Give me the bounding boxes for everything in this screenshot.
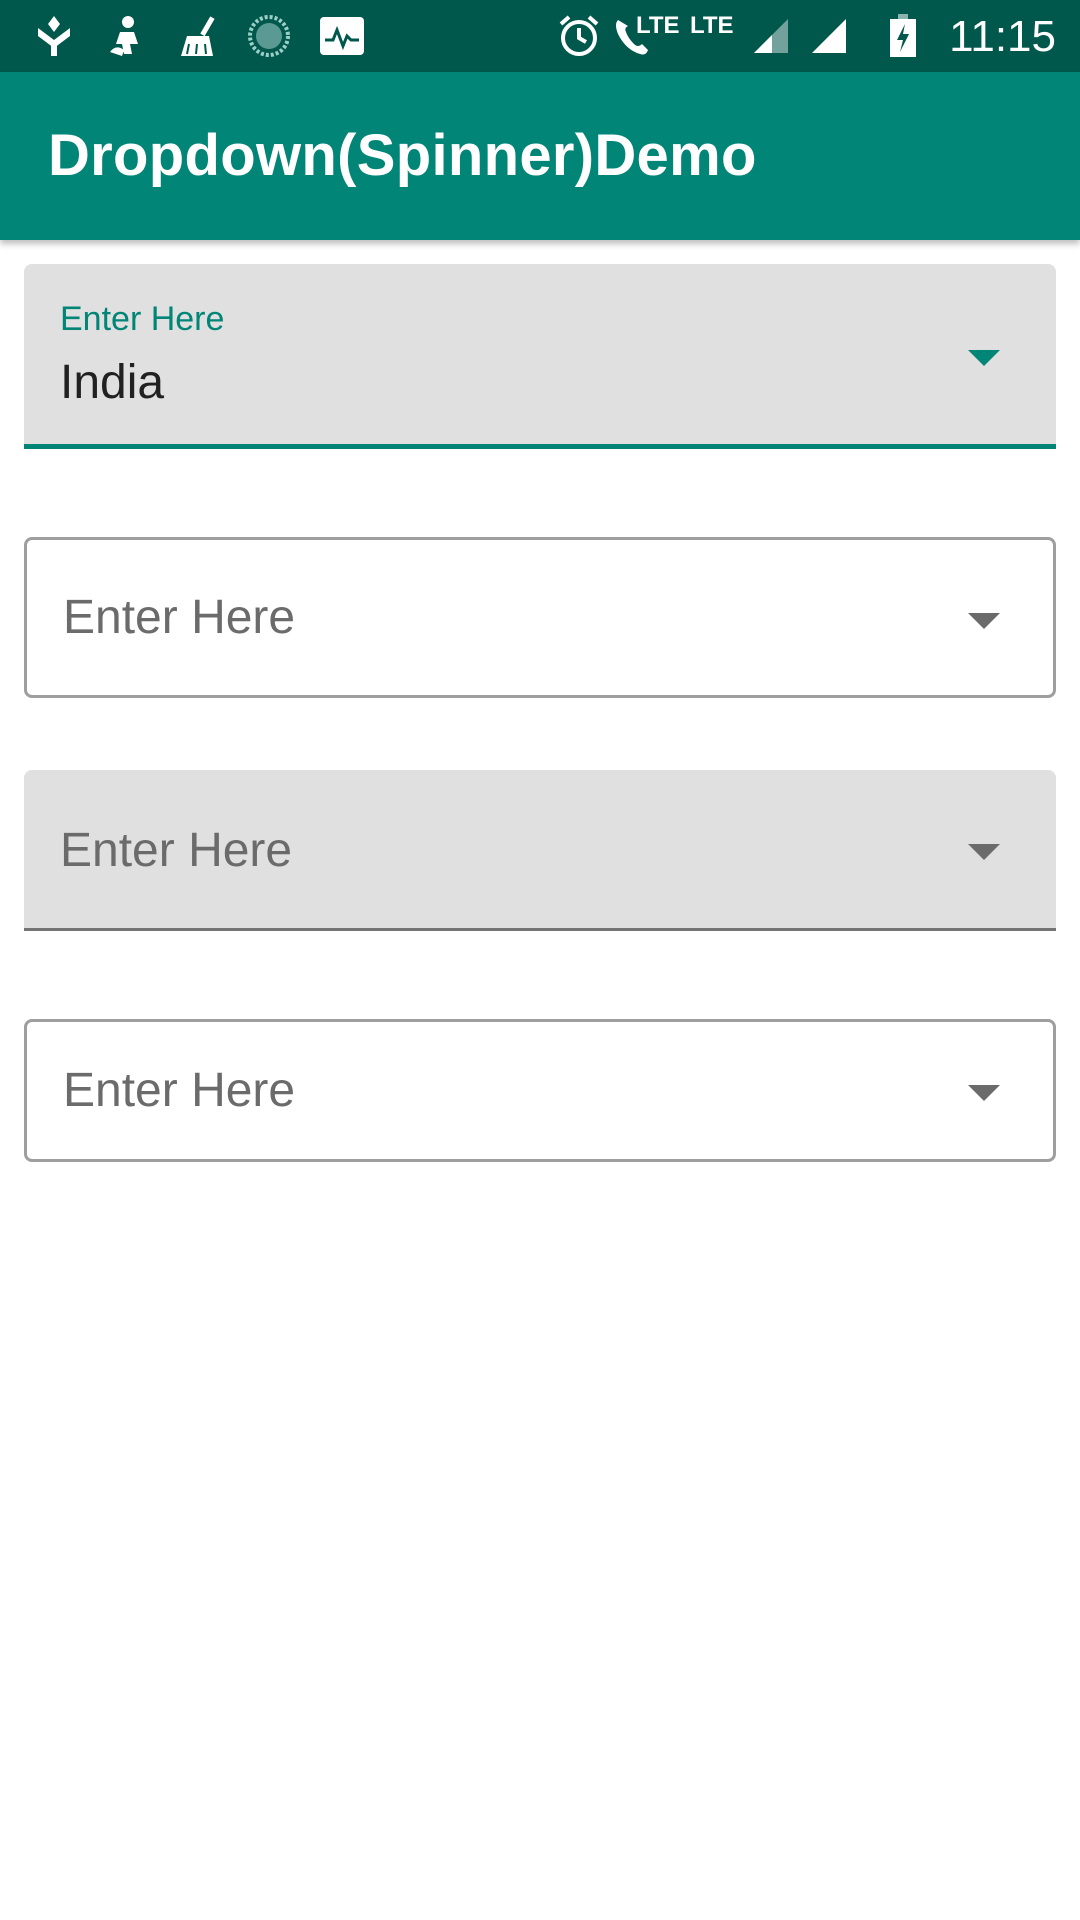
dropdown-filled[interactable]: Enter Here bbox=[24, 770, 1056, 931]
sync-progress-icon bbox=[246, 14, 292, 58]
dropdown-arrow-icon[interactable] bbox=[968, 1085, 1000, 1101]
lte-label: LTE bbox=[636, 12, 680, 39]
app-notification-icon bbox=[32, 14, 76, 58]
field-floating-label: Enter Here bbox=[60, 300, 225, 338]
app-bar: Dropdown(Spinner)Demo bbox=[0, 72, 1080, 240]
country-dropdown-filled-selected[interactable]: Enter Here India bbox=[24, 264, 1056, 449]
activity-graph-icon bbox=[318, 14, 366, 58]
status-bar: LTE LTE 11:15 bbox=[0, 0, 1080, 72]
signal-icon bbox=[752, 14, 790, 58]
dropdown-arrow-icon[interactable] bbox=[968, 844, 1000, 860]
app-title: Dropdown(Spinner)Demo bbox=[48, 123, 757, 188]
status-time: 11:15 bbox=[949, 12, 1056, 61]
dropdown-arrow-icon[interactable] bbox=[968, 613, 1000, 629]
lte-label: LTE bbox=[690, 12, 734, 39]
person-icon bbox=[104, 14, 148, 58]
dropdown-arrow-icon[interactable] bbox=[968, 350, 1000, 366]
dropdown-outlined-dense[interactable]: Enter Here bbox=[24, 1019, 1056, 1162]
dropdown-outlined[interactable]: Enter Here bbox=[24, 537, 1056, 698]
broom-icon bbox=[174, 14, 222, 58]
field-selected-value: India bbox=[60, 356, 165, 409]
field-underline bbox=[24, 444, 1056, 449]
field-hint: Enter Here bbox=[60, 824, 293, 877]
field-underline bbox=[24, 928, 1056, 931]
battery-charging-icon bbox=[888, 14, 918, 58]
alarm-icon bbox=[556, 14, 602, 58]
field-hint: Enter Here bbox=[63, 1064, 296, 1117]
signal-icon bbox=[810, 14, 848, 58]
field-hint: Enter Here bbox=[63, 591, 296, 644]
